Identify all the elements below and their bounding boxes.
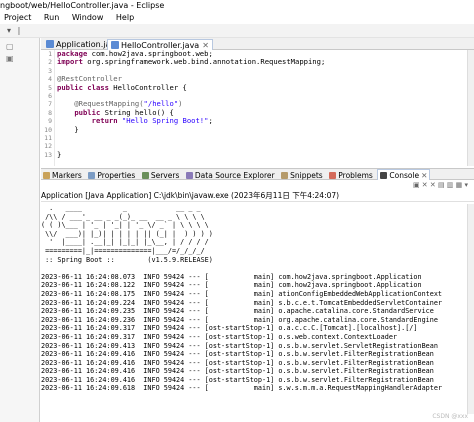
code-token: } (57, 149, 62, 159)
line-number: 3 (48, 66, 52, 75)
log-line: 2023-06-11 16:24:09.618 INFO 59424 --- [… (41, 384, 443, 393)
markers-icon (43, 172, 50, 179)
left-strip: ▢ ▣ (0, 38, 40, 422)
line-number: 13 (44, 150, 52, 159)
line-number: 6 (48, 91, 52, 100)
collapse-icon[interactable]: ▢ (6, 42, 15, 51)
separator-icon: | (17, 26, 21, 35)
code-editor[interactable]: package com.how2java.springboot.web; impo… (57, 49, 467, 166)
java-file-icon (46, 40, 54, 48)
log-line: 2023-06-11 16:24:09.224 INFO 59424 --- [… (41, 298, 443, 307)
line-number-gutter: 1 2 3 4 5 6 7 8 9 10 11 12 13 (41, 50, 55, 166)
log-line: 2023-06-11 16:24:09.416 INFO 59424 --- [… (41, 350, 434, 359)
menu-run[interactable]: Run (44, 11, 59, 24)
banner-line: . ____ _ __ _ _ (41, 204, 201, 212)
code-line: public class HelloController { (57, 82, 467, 92)
menu-bar: Project Run Window Help (0, 11, 474, 24)
console-actions-icon[interactable]: ▣ ✕ ✕ ▤ ▥ ▦ ▾ (413, 181, 468, 189)
menu-help[interactable]: Help (116, 11, 134, 24)
console-scrollbar[interactable] (467, 204, 474, 414)
code-token: ; (208, 116, 213, 126)
dropdown-icon[interactable]: ▾ (4, 26, 14, 36)
line-number: 8 (48, 108, 52, 117)
console-process-label: Application [Java Application] C:\jdk\bi… (41, 190, 474, 202)
log-line: 2023-06-11 16:24:09.416 INFO 59424 --- [… (41, 375, 434, 384)
properties-icon (88, 172, 96, 179)
console-toolbar: ▣ ✕ ✕ ▤ ▥ ▦ ▾ (41, 180, 474, 190)
line-number: 10 (44, 125, 52, 134)
log-line: 2023-06-11 16:24:08.122 INFO 59424 --- [… (41, 281, 422, 290)
code-line: } (57, 149, 467, 159)
watermark: CSDN @xxx (432, 413, 468, 420)
code-token: org.springframework.web.bind.annotation.… (82, 57, 326, 67)
banner-line: :: Spring Boot :: (v1.5.9.RELEASE) (41, 255, 213, 264)
close-icon[interactable]: ✕ (421, 171, 427, 180)
tab-console[interactable]: Console ✕ (377, 169, 431, 180)
window-title: ngboot/web/HelloController.java - Eclips… (0, 0, 474, 11)
code-line: } (57, 125, 467, 134)
log-line: 2023-06-11 16:24:09.317 INFO 59424 --- [… (41, 324, 418, 333)
banner-line: /\\ / ___'_ __ _ _(_)_ __ __ _ \ \ \ \ (41, 212, 205, 221)
java-file-icon (111, 41, 119, 49)
line-number: 9 (48, 117, 52, 126)
code-token: HelloController { (108, 82, 187, 92)
database-icon (185, 172, 193, 179)
line-number: 4 (48, 75, 52, 84)
servers-icon (141, 172, 149, 179)
code-token: "Hello Spring Boot!" (121, 116, 209, 126)
log-line: 2023-06-11 16:24:09.236 INFO 59424 --- [… (41, 315, 438, 324)
log-line: 2023-06-11 16:24:09.416 INFO 59424 --- [… (41, 358, 434, 367)
editor-scrollbar[interactable] (467, 50, 474, 166)
views-tab-bar: Markers Properties Servers Data Source E… (41, 168, 474, 180)
code-line: import org.springframework.web.bind.anno… (57, 58, 467, 66)
banner-line: ' |____| .__|_| |_|_| |_\__, | / / / / (41, 238, 209, 247)
problems-icon (329, 172, 337, 179)
console-icon (380, 172, 388, 179)
log-line: 2023-06-11 16:24:09.416 INFO 59424 --- [… (41, 367, 434, 376)
line-number: 11 (44, 133, 52, 142)
line-number: 1 (48, 50, 52, 58)
menu-project[interactable]: Project (4, 11, 31, 24)
log-line: 2023-06-11 16:24:09.317 INFO 59424 --- [… (41, 332, 398, 341)
banner-line: \\/ ___)| |_)| | | | | || (_| | ) ) ) ) (41, 229, 213, 238)
log-line: 2023-06-11 16:24:09.413 INFO 59424 --- [… (41, 341, 438, 350)
line-number: 5 (48, 83, 52, 92)
restore-icon[interactable]: ▣ (6, 54, 15, 63)
log-line: 2023-06-11 16:24:08.175 INFO 59424 --- [… (41, 289, 443, 298)
log-line: 2023-06-11 16:24:08.073 INFO 59424 --- [… (41, 272, 422, 281)
code-token: ) (178, 99, 183, 109)
code-token: return (91, 116, 118, 126)
line-number: 7 (48, 100, 52, 109)
snippets-icon (281, 172, 289, 179)
toolbar: ▾ | (0, 24, 474, 38)
banner-line: =========|_|==============|___/=/_/_/_/ (41, 246, 205, 255)
console-output[interactable]: . ____ _ __ _ _ /\\ / ___'_ __ _ _(_)_ _… (41, 204, 467, 414)
code-token: class (87, 82, 109, 92)
line-number: 12 (44, 142, 52, 151)
line-number: 2 (48, 58, 52, 67)
code-line: return "Hello Spring Boot!"; (57, 116, 467, 126)
log-line: 2023-06-11 16:24:09.235 INFO 59424 --- [… (41, 307, 434, 316)
menu-window[interactable]: Window (72, 11, 104, 24)
banner-line: ( ( )\___ | '_ | '_| | '_ \/ _` | \ \ \ … (41, 221, 209, 230)
